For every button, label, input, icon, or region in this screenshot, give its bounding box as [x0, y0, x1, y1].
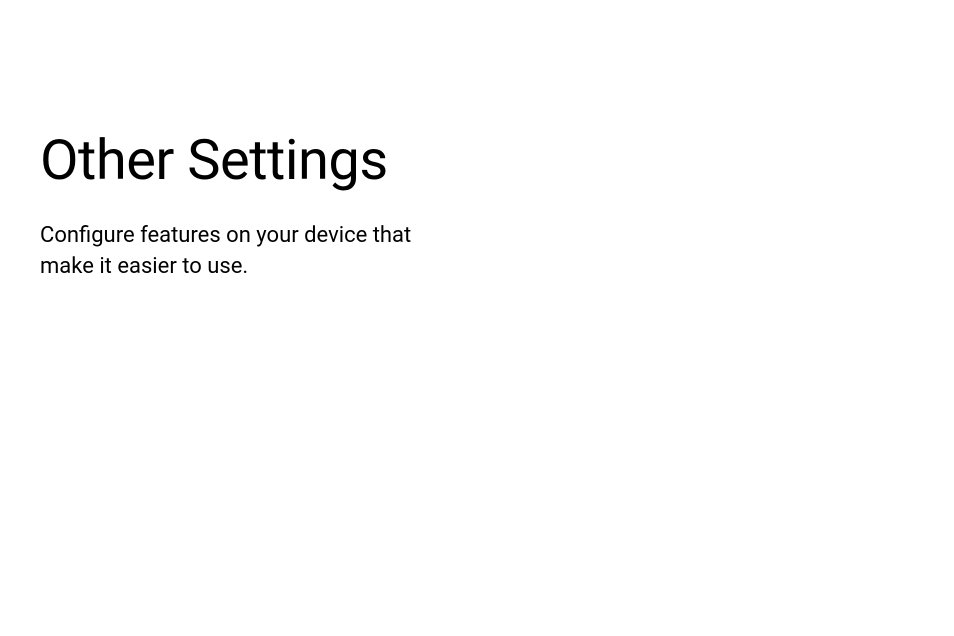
page-description: Configure features on your device that m… — [40, 220, 440, 284]
page-title: Other Settings — [40, 130, 954, 192]
